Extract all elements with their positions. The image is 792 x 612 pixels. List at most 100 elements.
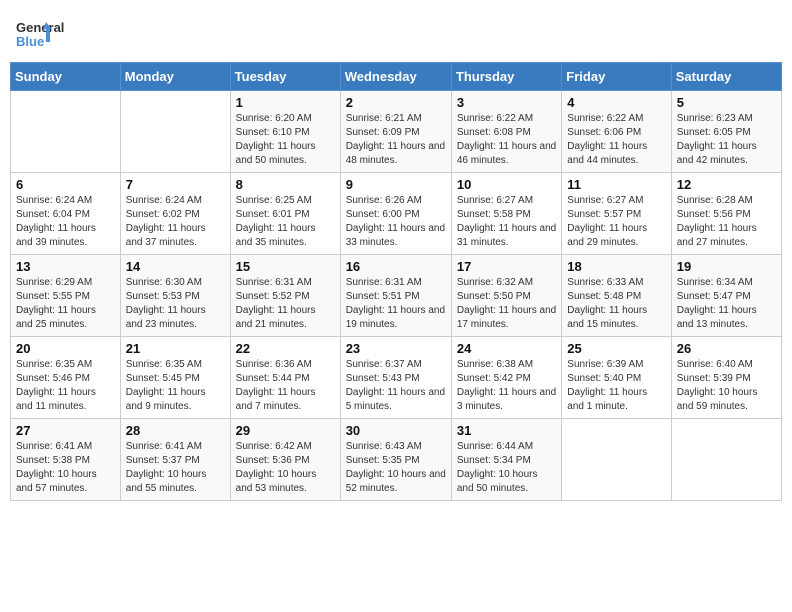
calendar-cell: 23 Sunrise: 6:37 AM Sunset: 5:43 PM Dayli… bbox=[340, 337, 451, 419]
day-number: 17 bbox=[457, 259, 556, 274]
day-info: Sunrise: 6:42 AM Sunset: 5:36 PM Dayligh… bbox=[236, 440, 335, 496]
day-info: Sunrise: 6:33 AM Sunset: 5:48 PM Dayligh… bbox=[567, 276, 665, 332]
page-header: General Blue bbox=[10, 10, 782, 54]
day-info: Sunrise: 6:24 AM Sunset: 6:04 PM Dayligh… bbox=[16, 194, 115, 250]
calendar-cell: 10Sunrise: 6:27 AM Sunset: 5:58 PM Dayli… bbox=[451, 173, 561, 255]
calendar-cell: 31 Sunrise: 6:44 AM Sunset: 5:34 PM Dayli… bbox=[451, 419, 561, 501]
day-number: 26 bbox=[677, 341, 776, 356]
day-info: Sunrise: 6:38 AM Sunset: 5:42 PM Dayligh… bbox=[457, 358, 556, 414]
calendar-cell: 28 Sunrise: 6:41 AM Sunset: 5:37 PM Dayli… bbox=[120, 419, 230, 501]
calendar-cell: 11 Sunrise: 6:27 AM Sunset: 5:57 PM Dayli… bbox=[562, 173, 671, 255]
calendar-cell: 24 Sunrise: 6:38 AM Sunset: 5:42 PM Dayli… bbox=[451, 337, 561, 419]
day-info: Sunrise: 6:35 AM Sunset: 5:45 PM Dayligh… bbox=[126, 358, 225, 414]
day-info: Sunrise: 6:30 AM Sunset: 5:53 PM Dayligh… bbox=[126, 276, 225, 332]
calendar-cell: 9 Sunrise: 6:26 AM Sunset: 6:00 PM Daylig… bbox=[340, 173, 451, 255]
calendar-cell: 12Sunrise: 6:28 AM Sunset: 5:56 PM Dayli… bbox=[671, 173, 781, 255]
day-number: 23 bbox=[346, 341, 446, 356]
day-number: 25 bbox=[567, 341, 665, 356]
day-info: Sunrise: 6:20 AM Sunset: 6:10 PM Dayligh… bbox=[236, 112, 335, 168]
day-number: 15 bbox=[236, 259, 335, 274]
day-number: 27 bbox=[16, 423, 115, 438]
day-info: Sunrise: 6:21 AM Sunset: 6:09 PM Dayligh… bbox=[346, 112, 446, 168]
day-number: 21 bbox=[126, 341, 225, 356]
calendar-cell: 13 Sunrise: 6:29 AM Sunset: 5:55 PM Dayli… bbox=[11, 255, 121, 337]
calendar-week-1: 1Sunrise: 6:20 AM Sunset: 6:10 PM Daylig… bbox=[11, 91, 782, 173]
calendar-cell: 17 Sunrise: 6:32 AM Sunset: 5:50 PM Dayli… bbox=[451, 255, 561, 337]
calendar-cell: 2 Sunrise: 6:21 AM Sunset: 6:09 PM Daylig… bbox=[340, 91, 451, 173]
day-number: 30 bbox=[346, 423, 446, 438]
calendar-cell: 29 Sunrise: 6:42 AM Sunset: 5:36 PM Dayli… bbox=[230, 419, 340, 501]
calendar-cell bbox=[120, 91, 230, 173]
day-number: 16 bbox=[346, 259, 446, 274]
day-info: Sunrise: 6:41 AM Sunset: 5:38 PM Dayligh… bbox=[16, 440, 115, 496]
day-number: 29 bbox=[236, 423, 335, 438]
day-number: 2 bbox=[346, 95, 446, 110]
day-info: Sunrise: 6:25 AM Sunset: 6:01 PM Dayligh… bbox=[236, 194, 335, 250]
calendar-cell: 5Sunrise: 6:23 AM Sunset: 6:05 PM Daylig… bbox=[671, 91, 781, 173]
day-number: 7 bbox=[126, 177, 225, 192]
day-info: Sunrise: 6:37 AM Sunset: 5:43 PM Dayligh… bbox=[346, 358, 446, 414]
calendar-week-5: 27 Sunrise: 6:41 AM Sunset: 5:38 PM Dayli… bbox=[11, 419, 782, 501]
calendar-cell: 4Sunrise: 6:22 AM Sunset: 6:06 PM Daylig… bbox=[562, 91, 671, 173]
day-number: 18 bbox=[567, 259, 665, 274]
calendar-cell bbox=[671, 419, 781, 501]
calendar-cell: 25Sunrise: 6:39 AM Sunset: 5:40 PM Dayli… bbox=[562, 337, 671, 419]
svg-text:Blue: Blue bbox=[16, 34, 44, 49]
day-number: 20 bbox=[16, 341, 115, 356]
day-info: Sunrise: 6:26 AM Sunset: 6:00 PM Dayligh… bbox=[346, 194, 446, 250]
day-info: Sunrise: 6:27 AM Sunset: 5:57 PM Dayligh… bbox=[567, 194, 665, 250]
day-info: Sunrise: 6:43 AM Sunset: 5:35 PM Dayligh… bbox=[346, 440, 446, 496]
calendar-cell: 8Sunrise: 6:25 AM Sunset: 6:01 PM Daylig… bbox=[230, 173, 340, 255]
day-number: 24 bbox=[457, 341, 556, 356]
calendar-cell: 22 Sunrise: 6:36 AM Sunset: 5:44 PM Dayli… bbox=[230, 337, 340, 419]
weekday-header-row: SundayMondayTuesdayWednesdayThursdayFrid… bbox=[11, 63, 782, 91]
day-number: 22 bbox=[236, 341, 335, 356]
day-info: Sunrise: 6:32 AM Sunset: 5:50 PM Dayligh… bbox=[457, 276, 556, 332]
day-info: Sunrise: 6:40 AM Sunset: 5:39 PM Dayligh… bbox=[677, 358, 776, 414]
weekday-header-thursday: Thursday bbox=[451, 63, 561, 91]
calendar-week-2: 6 Sunrise: 6:24 AM Sunset: 6:04 PM Daylig… bbox=[11, 173, 782, 255]
day-number: 14 bbox=[126, 259, 225, 274]
day-info: Sunrise: 6:27 AM Sunset: 5:58 PM Dayligh… bbox=[457, 194, 556, 250]
weekday-header-sunday: Sunday bbox=[11, 63, 121, 91]
calendar-cell: 3 Sunrise: 6:22 AM Sunset: 6:08 PM Daylig… bbox=[451, 91, 561, 173]
day-info: Sunrise: 6:28 AM Sunset: 5:56 PM Dayligh… bbox=[677, 194, 776, 250]
calendar-cell: 30 Sunrise: 6:43 AM Sunset: 5:35 PM Dayli… bbox=[340, 419, 451, 501]
day-number: 13 bbox=[16, 259, 115, 274]
logo: General Blue bbox=[14, 10, 104, 54]
calendar-cell: 26 Sunrise: 6:40 AM Sunset: 5:39 PM Dayli… bbox=[671, 337, 781, 419]
weekday-header-saturday: Saturday bbox=[671, 63, 781, 91]
day-info: Sunrise: 6:35 AM Sunset: 5:46 PM Dayligh… bbox=[16, 358, 115, 414]
weekday-header-tuesday: Tuesday bbox=[230, 63, 340, 91]
calendar-cell: 27 Sunrise: 6:41 AM Sunset: 5:38 PM Dayli… bbox=[11, 419, 121, 501]
weekday-header-monday: Monday bbox=[120, 63, 230, 91]
day-number: 9 bbox=[346, 177, 446, 192]
day-number: 5 bbox=[677, 95, 776, 110]
day-number: 3 bbox=[457, 95, 556, 110]
day-number: 4 bbox=[567, 95, 665, 110]
day-info: Sunrise: 6:44 AM Sunset: 5:34 PM Dayligh… bbox=[457, 440, 556, 496]
day-number: 6 bbox=[16, 177, 115, 192]
day-info: Sunrise: 6:22 AM Sunset: 6:08 PM Dayligh… bbox=[457, 112, 556, 168]
calendar-cell: 7 Sunrise: 6:24 AM Sunset: 6:02 PM Daylig… bbox=[120, 173, 230, 255]
calendar-cell: 6 Sunrise: 6:24 AM Sunset: 6:04 PM Daylig… bbox=[11, 173, 121, 255]
day-info: Sunrise: 6:41 AM Sunset: 5:37 PM Dayligh… bbox=[126, 440, 225, 496]
day-info: Sunrise: 6:29 AM Sunset: 5:55 PM Dayligh… bbox=[16, 276, 115, 332]
day-info: Sunrise: 6:24 AM Sunset: 6:02 PM Dayligh… bbox=[126, 194, 225, 250]
calendar-cell: 18 Sunrise: 6:33 AM Sunset: 5:48 PM Dayli… bbox=[562, 255, 671, 337]
day-number: 28 bbox=[126, 423, 225, 438]
day-number: 31 bbox=[457, 423, 556, 438]
calendar-cell bbox=[562, 419, 671, 501]
weekday-header-wednesday: Wednesday bbox=[340, 63, 451, 91]
calendar-cell: 19Sunrise: 6:34 AM Sunset: 5:47 PM Dayli… bbox=[671, 255, 781, 337]
day-info: Sunrise: 6:31 AM Sunset: 5:51 PM Dayligh… bbox=[346, 276, 446, 332]
svg-text:General: General bbox=[16, 20, 64, 35]
calendar-cell: 14 Sunrise: 6:30 AM Sunset: 5:53 PM Dayli… bbox=[120, 255, 230, 337]
calendar-cell: 20 Sunrise: 6:35 AM Sunset: 5:46 PM Dayli… bbox=[11, 337, 121, 419]
day-info: Sunrise: 6:34 AM Sunset: 5:47 PM Dayligh… bbox=[677, 276, 776, 332]
logo-icon: General Blue bbox=[14, 14, 104, 54]
day-info: Sunrise: 6:36 AM Sunset: 5:44 PM Dayligh… bbox=[236, 358, 335, 414]
calendar-week-4: 20 Sunrise: 6:35 AM Sunset: 5:46 PM Dayli… bbox=[11, 337, 782, 419]
day-number: 11 bbox=[567, 177, 665, 192]
calendar-cell: 15Sunrise: 6:31 AM Sunset: 5:52 PM Dayli… bbox=[230, 255, 340, 337]
